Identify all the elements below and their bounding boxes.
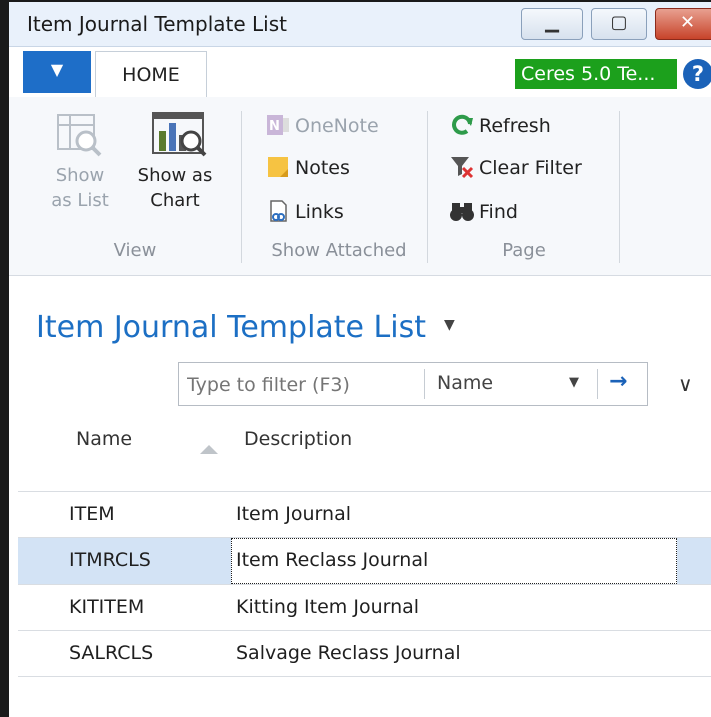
expand-chevron-icon[interactable]: ∨ xyxy=(678,372,693,396)
onenote-label: OneNote xyxy=(295,115,379,137)
notes-label: Notes xyxy=(295,157,350,179)
group-separator xyxy=(241,111,242,263)
find-label: Find xyxy=(479,201,518,223)
group-show-attached-label: Show Attached xyxy=(271,240,407,261)
links-button[interactable]: Links xyxy=(265,197,344,227)
close-button[interactable]: ✕ xyxy=(655,8,711,40)
refresh-label: Refresh xyxy=(479,115,551,137)
sort-ascending-icon xyxy=(200,445,218,454)
cell-name: ITEM xyxy=(69,503,115,525)
maximize-icon: ▢ xyxy=(610,12,628,33)
links-icon xyxy=(265,198,291,224)
chart-view-icon xyxy=(149,109,207,163)
column-header-description[interactable]: Description xyxy=(244,428,352,450)
help-icon[interactable]: ? xyxy=(683,59,711,89)
refresh-button[interactable]: Refresh xyxy=(449,111,551,141)
minimize-icon: ▁ xyxy=(545,12,559,33)
notes-icon xyxy=(265,154,291,180)
close-icon: ✕ xyxy=(679,12,696,33)
filter-box: Name ▼ → xyxy=(178,362,648,406)
refresh-icon xyxy=(449,112,475,138)
maximize-button[interactable]: ▢ xyxy=(591,8,647,40)
show-as-list-label-2: as List xyxy=(51,190,109,211)
page-title-text: Item Journal Template List xyxy=(36,310,426,345)
minimize-button[interactable]: ▁ xyxy=(521,8,583,40)
filter-divider xyxy=(597,369,598,399)
focused-cell[interactable]: Item Reclass Journal xyxy=(231,538,677,584)
tab-home[interactable]: HOME xyxy=(95,51,207,97)
list-view-icon xyxy=(54,109,106,163)
company-badge[interactable]: Ceres 5.0 Te... xyxy=(515,59,677,89)
table-row[interactable]: SALRCLS Salvage Reclass Journal xyxy=(18,631,711,677)
group-separator xyxy=(427,111,428,263)
filter-input[interactable] xyxy=(185,367,421,403)
show-as-chart-button[interactable]: Show as Chart xyxy=(127,97,223,214)
clear-filter-icon xyxy=(449,154,475,180)
find-button[interactable]: Find xyxy=(449,197,518,227)
show-as-list-button[interactable]: Show as List xyxy=(43,97,117,214)
show-as-chart-label-2: Chart xyxy=(150,190,200,211)
cell-description: Item Journal xyxy=(236,503,352,525)
svg-text:N: N xyxy=(269,119,280,134)
show-as-chart-label-1: Show as xyxy=(137,165,213,186)
table-row[interactable]: ITEM Item Journal xyxy=(18,492,711,538)
title-bar: Item Journal Template List ▁ ▢ ✕ xyxy=(9,2,711,47)
caret-down-icon[interactable]: ▼ xyxy=(444,317,455,333)
links-label: Links xyxy=(295,201,344,223)
notes-button[interactable]: Notes xyxy=(265,153,350,183)
group-separator xyxy=(619,111,620,263)
ribbon-tab-row: ▼ HOME Ceres 5.0 Te... ? xyxy=(9,47,711,98)
cell-name: SALRCLS xyxy=(69,642,154,664)
arrow-right-icon[interactable]: → xyxy=(609,369,627,394)
cell-description: Item Reclass Journal xyxy=(236,549,429,571)
group-view-label: View xyxy=(113,240,157,261)
application-menu-button[interactable]: ▼ xyxy=(23,51,91,93)
table-row[interactable]: KITITEM Kitting Item Journal xyxy=(18,585,711,631)
filter-field-select[interactable]: Name xyxy=(437,372,493,394)
clear-filter-label: Clear Filter xyxy=(479,157,582,179)
show-as-list-label-1: Show xyxy=(55,165,105,186)
page-title[interactable]: Item Journal Template List ▼ xyxy=(36,310,455,345)
cell-description: Kitting Item Journal xyxy=(236,596,420,618)
column-header-name[interactable]: Name xyxy=(76,428,132,450)
cell-name: ITMRCLS xyxy=(69,549,151,571)
group-page-label: Page xyxy=(502,240,546,261)
binoculars-icon xyxy=(449,198,475,224)
onenote-icon: N xyxy=(265,112,291,138)
filter-divider xyxy=(424,369,425,399)
clear-filter-button[interactable]: Clear Filter xyxy=(449,153,582,183)
dropdown-icon: ▼ xyxy=(50,60,64,79)
ribbon: Show as List Show as Chart View N OneNote… xyxy=(9,97,711,276)
chevron-down-icon[interactable]: ▼ xyxy=(569,375,579,390)
onenote-button[interactable]: N OneNote xyxy=(265,111,379,141)
grid-line xyxy=(18,676,711,677)
tab-home-label: HOME xyxy=(122,64,180,86)
cell-description: Salvage Reclass Journal xyxy=(236,642,461,664)
cell-name: KITITEM xyxy=(69,596,145,618)
window-title: Item Journal Template List xyxy=(27,12,287,36)
